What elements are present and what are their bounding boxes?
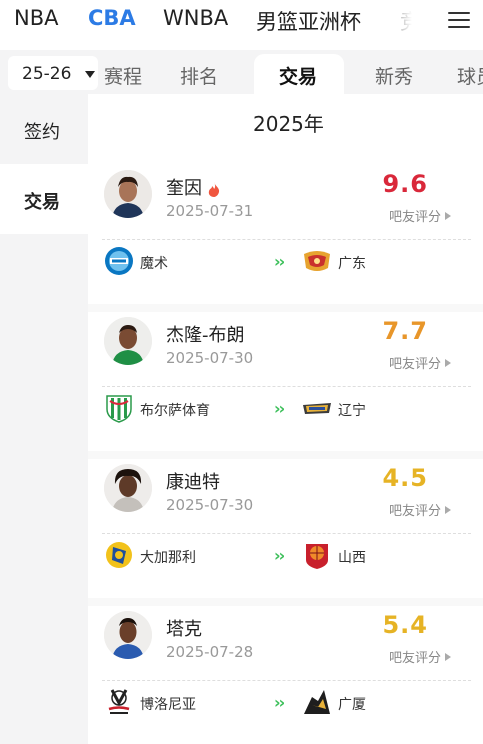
league-tab-asia-cup[interactable]: 男篮亚洲杯 bbox=[256, 6, 361, 36]
trade-date: 2025-07-31 bbox=[166, 202, 254, 220]
nav-fade bbox=[370, 0, 440, 42]
guangsha-logo-icon bbox=[304, 690, 330, 714]
side-item-trades[interactable]: 交易 bbox=[0, 164, 88, 234]
side-nav: 签约 交易 bbox=[0, 94, 88, 744]
to-team-name: 广东 bbox=[338, 256, 366, 272]
from-team-name: 大加那利 bbox=[140, 550, 196, 566]
liaoning-logo-icon bbox=[303, 403, 331, 414]
score-label[interactable]: 吧友评分 bbox=[389, 206, 451, 225]
player-name: 杰隆-布朗 bbox=[166, 325, 245, 346]
fan-score: 7.7 bbox=[382, 317, 428, 345]
player-name-row: 杰隆-布朗 bbox=[166, 321, 245, 347]
subtab-standings[interactable]: 排名 bbox=[180, 62, 218, 89]
sub-nav: 赛程 排名 交易 新秀 球员 25-26 bbox=[0, 50, 483, 94]
year-heading: 2025年 bbox=[253, 112, 324, 136]
trade-date: 2025-07-28 bbox=[166, 643, 254, 661]
fan-score: 9.6 bbox=[382, 170, 428, 198]
divider bbox=[102, 239, 471, 240]
chevron-right-icon bbox=[445, 653, 451, 661]
player-name-row: 康迪特 bbox=[166, 468, 220, 494]
subtab-players[interactable]: 球员 bbox=[457, 62, 483, 89]
player-avatar bbox=[104, 611, 152, 659]
score-label[interactable]: 吧友评分 bbox=[389, 647, 451, 666]
trade-card[interactable]: 奎因 2025-07-31 9.6 吧友评分 魔术 ›› 广东 bbox=[88, 164, 483, 312]
from-team-name: 魔术 bbox=[140, 256, 168, 272]
player-name: 奎因 bbox=[166, 178, 202, 199]
menu-icon[interactable] bbox=[446, 8, 472, 32]
subtab-trades[interactable]: 交易 bbox=[279, 62, 317, 89]
bursaspor-logo-icon bbox=[106, 395, 132, 423]
player-name-row: 奎因 bbox=[166, 174, 220, 200]
player-avatar bbox=[104, 170, 152, 218]
league-nav: NBA CBA WNBA 男篮亚洲杯 竞 bbox=[0, 0, 483, 42]
from-team-name: 布尔萨体育 bbox=[140, 403, 210, 419]
league-tab-cba[interactable]: CBA bbox=[88, 6, 136, 30]
fire-icon bbox=[208, 181, 220, 197]
trade-card[interactable]: 塔克 2025-07-28 5.4 吧友评分 博洛尼亚 ›› 广厦 bbox=[88, 605, 483, 744]
to-team-name: 辽宁 bbox=[338, 403, 366, 419]
shanxi-logo-icon bbox=[306, 544, 328, 569]
divider bbox=[102, 680, 471, 681]
fan-score: 4.5 bbox=[382, 464, 428, 492]
fan-score: 5.4 bbox=[382, 611, 428, 639]
subtab-rookies[interactable]: 新秀 bbox=[375, 62, 413, 89]
player-name: 塔克 bbox=[166, 619, 202, 640]
subtab-schedule[interactable]: 赛程 bbox=[104, 62, 142, 89]
gran-canaria-logo-icon bbox=[106, 542, 132, 568]
player-avatar bbox=[104, 464, 152, 512]
player-name: 康迪特 bbox=[166, 472, 220, 493]
score-label[interactable]: 吧友评分 bbox=[389, 500, 451, 519]
league-tab-wnba[interactable]: WNBA bbox=[163, 6, 228, 30]
to-team-name: 广厦 bbox=[338, 697, 366, 713]
caret-down-icon bbox=[85, 71, 95, 78]
transfer-arrow-icon: ›› bbox=[274, 693, 285, 712]
player-name-row: 塔克 bbox=[166, 615, 202, 641]
magic-logo-icon bbox=[105, 247, 133, 275]
divider bbox=[102, 386, 471, 387]
transfer-arrow-icon: ›› bbox=[274, 252, 285, 271]
side-item-signings[interactable]: 签约 bbox=[0, 94, 88, 164]
bologna-logo-icon bbox=[108, 689, 130, 714]
from-team-name: 博洛尼亚 bbox=[140, 697, 196, 713]
transfer-arrow-icon: ›› bbox=[274, 546, 285, 565]
score-label[interactable]: 吧友评分 bbox=[389, 353, 451, 372]
player-avatar bbox=[104, 317, 152, 365]
guangdong-logo-icon bbox=[304, 251, 330, 271]
divider bbox=[102, 533, 471, 534]
season-value: 25-26 bbox=[22, 64, 72, 84]
to-team-name: 山西 bbox=[338, 550, 366, 566]
chevron-right-icon bbox=[445, 359, 451, 367]
trade-card[interactable]: 杰隆-布朗 2025-07-30 7.7 吧友评分 布尔萨体育 ›› 辽宁 bbox=[88, 311, 483, 459]
transfer-arrow-icon: ›› bbox=[274, 399, 285, 418]
chevron-right-icon bbox=[445, 506, 451, 514]
trade-date: 2025-07-30 bbox=[166, 349, 254, 367]
league-tab-nba[interactable]: NBA bbox=[14, 6, 58, 30]
trade-date: 2025-07-30 bbox=[166, 496, 254, 514]
chevron-right-icon bbox=[445, 212, 451, 220]
season-selector[interactable]: 25-26 bbox=[8, 56, 98, 90]
trade-card[interactable]: 康迪特 2025-07-30 4.5 吧友评分 大加那利 ›› 山西 bbox=[88, 458, 483, 606]
